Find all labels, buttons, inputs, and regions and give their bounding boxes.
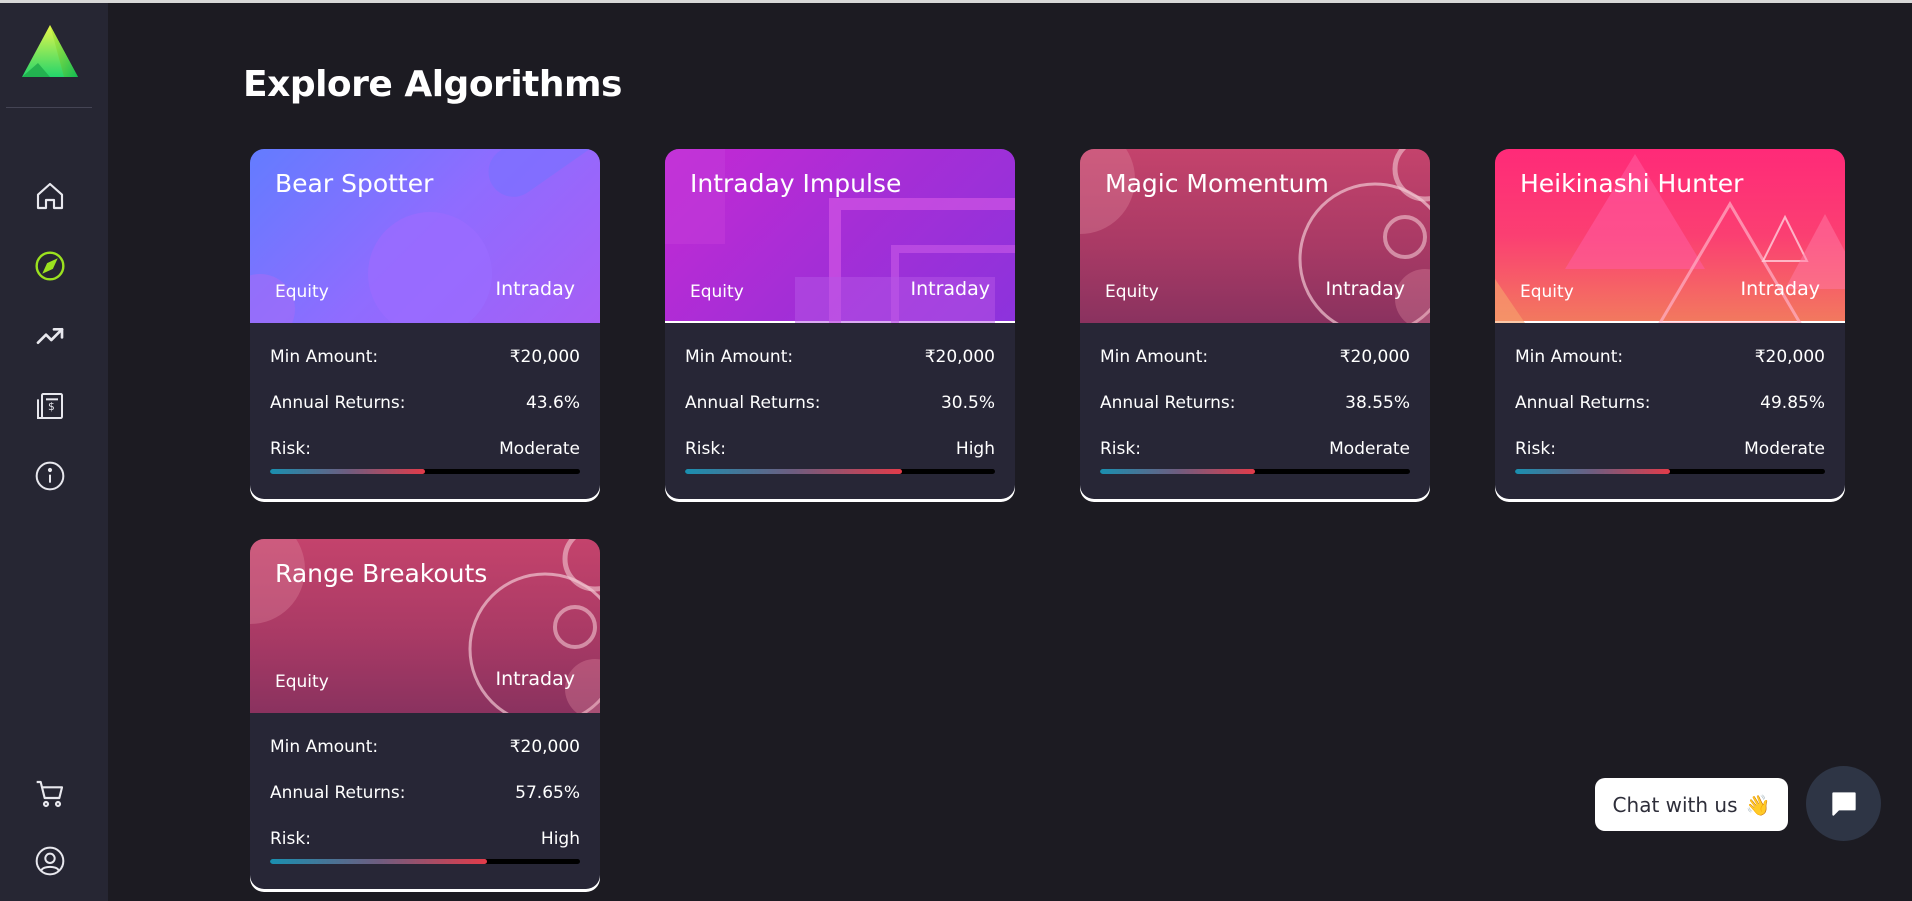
sidebar-divider bbox=[6, 107, 92, 108]
type-label: Intraday bbox=[910, 278, 991, 300]
risk-bar-fill bbox=[270, 469, 425, 474]
min-amount-value: ₹20,000 bbox=[1339, 347, 1410, 367]
page-title: Explore Algorithms bbox=[243, 64, 622, 105]
risk-value: Moderate bbox=[499, 439, 580, 459]
risk-bar-fill bbox=[685, 469, 902, 474]
returns-row: Annual Returns: 38.55% bbox=[1100, 393, 1410, 413]
min-amount-label: Min Amount: bbox=[1100, 347, 1209, 367]
min-amount-row: Min Amount: ₹20,000 bbox=[270, 347, 580, 367]
min-amount-row: Min Amount: ₹20,000 bbox=[685, 347, 995, 367]
returns-label: Annual Returns: bbox=[1515, 393, 1651, 413]
risk-label: Risk: bbox=[1515, 439, 1556, 459]
min-amount-label: Min Amount: bbox=[685, 347, 794, 367]
wave-emoji-icon: 👋 bbox=[1745, 792, 1771, 817]
returns-row: Annual Returns: 43.6% bbox=[270, 393, 580, 413]
risk-row: Risk: Moderate bbox=[1515, 439, 1825, 459]
returns-label: Annual Returns: bbox=[685, 393, 821, 413]
type-label: Intraday bbox=[495, 668, 576, 690]
card-header: Bear Spotter Equity Intraday bbox=[250, 149, 600, 323]
min-amount-row: Min Amount: ₹20,000 bbox=[1100, 347, 1410, 367]
user-profile-icon[interactable] bbox=[32, 843, 68, 879]
risk-row: Risk: Moderate bbox=[270, 439, 580, 459]
billing-icon[interactable]: $ bbox=[32, 388, 68, 424]
returns-value: 30.5% bbox=[940, 393, 995, 413]
min-amount-value: ₹20,000 bbox=[924, 347, 995, 367]
min-amount-value: ₹20,000 bbox=[509, 737, 580, 757]
risk-value: High bbox=[955, 439, 995, 459]
card-header: Intraday Impulse Equity Intraday bbox=[665, 149, 1015, 323]
returns-label: Annual Returns: bbox=[270, 393, 406, 413]
top-border bbox=[0, 0, 1912, 3]
min-amount-label: Min Amount: bbox=[270, 737, 379, 757]
sidebar: $ bbox=[0, 3, 108, 901]
min-amount-row: Min Amount: ₹20,000 bbox=[270, 737, 580, 757]
returns-row: Annual Returns: 57.65% bbox=[270, 783, 580, 803]
risk-row: Risk: High bbox=[685, 439, 995, 459]
returns-row: Annual Returns: 49.85% bbox=[1515, 393, 1825, 413]
risk-row: Risk: High bbox=[270, 829, 580, 849]
risk-value: High bbox=[540, 829, 580, 849]
returns-value: 49.85% bbox=[1760, 393, 1825, 413]
trending-up-icon[interactable] bbox=[32, 318, 68, 354]
algorithm-card[interactable]: Range Breakouts Equity Intraday Min Amou… bbox=[250, 539, 600, 889]
risk-bar-fill bbox=[270, 859, 487, 864]
risk-value: Moderate bbox=[1744, 439, 1825, 459]
algorithm-card[interactable]: Magic Momentum Equity Intraday Min Amoun… bbox=[1080, 149, 1430, 499]
risk-bar bbox=[685, 469, 995, 474]
algorithm-card[interactable]: Intraday Impulse Equity Intraday Min Amo… bbox=[665, 149, 1015, 499]
risk-label: Risk: bbox=[685, 439, 726, 459]
segment-label: Equity bbox=[275, 672, 329, 692]
risk-bar-fill bbox=[1100, 469, 1255, 474]
chat-icon[interactable] bbox=[1806, 766, 1881, 841]
segment-label: Equity bbox=[690, 282, 744, 302]
risk-label: Risk: bbox=[270, 439, 311, 459]
card-header: Heikinashi Hunter Equity Intraday bbox=[1495, 149, 1845, 323]
algorithm-card[interactable]: Heikinashi Hunter Equity Intraday Min Am… bbox=[1495, 149, 1845, 499]
risk-row: Risk: Moderate bbox=[1100, 439, 1410, 459]
risk-bar-fill bbox=[1515, 469, 1670, 474]
card-title: Intraday Impulse bbox=[690, 169, 902, 198]
type-label: Intraday bbox=[495, 278, 576, 300]
risk-value: Moderate bbox=[1329, 439, 1410, 459]
cart-icon[interactable] bbox=[32, 776, 68, 812]
info-icon[interactable] bbox=[32, 458, 68, 494]
min-amount-row: Min Amount: ₹20,000 bbox=[1515, 347, 1825, 367]
triangle-logo-icon[interactable] bbox=[18, 23, 82, 83]
segment-label: Equity bbox=[1520, 282, 1574, 302]
risk-bar bbox=[270, 859, 580, 864]
chat-with-us-bubble[interactable]: Chat with us 👋 bbox=[1595, 778, 1788, 831]
returns-label: Annual Returns: bbox=[270, 783, 406, 803]
card-header: Magic Momentum Equity Intraday bbox=[1080, 149, 1430, 323]
returns-value: 57.65% bbox=[515, 783, 580, 803]
card-header: Range Breakouts Equity Intraday bbox=[250, 539, 600, 713]
home-icon[interactable] bbox=[32, 178, 68, 214]
min-amount-value: ₹20,000 bbox=[1754, 347, 1825, 367]
segment-label: Equity bbox=[1105, 282, 1159, 302]
card-title: Magic Momentum bbox=[1105, 169, 1329, 198]
risk-label: Risk: bbox=[270, 829, 311, 849]
algorithm-card[interactable]: Bear Spotter Equity Intraday Min Amount:… bbox=[250, 149, 600, 499]
returns-value: 38.55% bbox=[1345, 393, 1410, 413]
segment-label: Equity bbox=[275, 282, 329, 302]
risk-bar bbox=[1100, 469, 1410, 474]
min-amount-value: ₹20,000 bbox=[509, 347, 580, 367]
risk-bar bbox=[1515, 469, 1825, 474]
type-label: Intraday bbox=[1325, 278, 1406, 300]
compass-icon[interactable] bbox=[32, 248, 68, 284]
card-title: Bear Spotter bbox=[275, 169, 434, 198]
svg-text:$: $ bbox=[48, 400, 55, 413]
returns-value: 43.6% bbox=[525, 393, 580, 413]
risk-bar bbox=[270, 469, 580, 474]
chat-label: Chat with us bbox=[1612, 792, 1738, 817]
returns-row: Annual Returns: 30.5% bbox=[685, 393, 995, 413]
card-title: Heikinashi Hunter bbox=[1520, 169, 1744, 198]
min-amount-label: Min Amount: bbox=[270, 347, 379, 367]
type-label: Intraday bbox=[1740, 278, 1821, 300]
card-title: Range Breakouts bbox=[275, 559, 488, 588]
risk-label: Risk: bbox=[1100, 439, 1141, 459]
returns-label: Annual Returns: bbox=[1100, 393, 1236, 413]
min-amount-label: Min Amount: bbox=[1515, 347, 1624, 367]
